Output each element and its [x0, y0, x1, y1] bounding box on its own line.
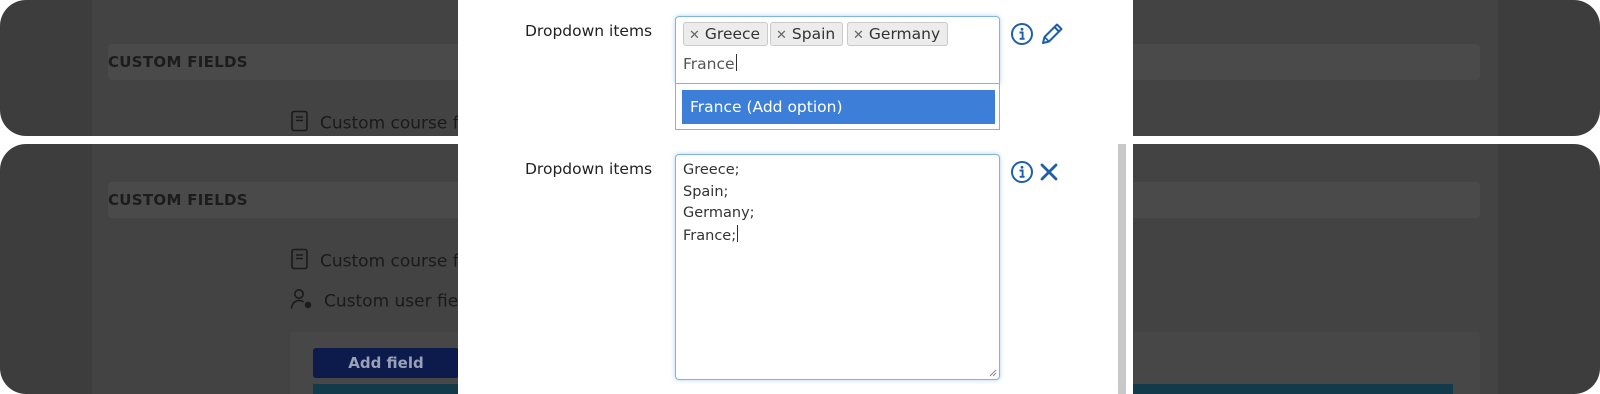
dropdown-items-textarea[interactable]: Greece; Spain; Germany; France; [675, 154, 1000, 380]
custom-user-fields-item: Custom user fields [290, 288, 483, 315]
close-icon[interactable] [1036, 159, 1062, 185]
book-icon [290, 248, 310, 275]
dropdown-items-tag-input[interactable]: ✕ Greece ✕ Spain ✕ Germany France [675, 16, 1000, 84]
add-option-france[interactable]: France (Add option) [682, 90, 995, 124]
remove-tag-icon[interactable]: ✕ [689, 28, 700, 43]
panel-tag-input: CUSTOM FIELDS Custom course fields Dropd… [0, 0, 1600, 136]
textarea-line: Spain; [683, 183, 729, 200]
panel-textarea-edit: CUSTOM FIELDS Custom course fields Custo… [0, 144, 1600, 394]
pencil-icon[interactable] [1039, 21, 1065, 47]
info-icon[interactable] [1009, 21, 1035, 47]
custom-fields-title: CUSTOM FIELDS [108, 53, 248, 71]
text-caret [735, 54, 737, 71]
textarea-line: Greece; [683, 162, 740, 178]
user-settings-icon [290, 288, 314, 315]
custom-fields-title: CUSTOM FIELDS [108, 191, 248, 209]
text-caret [737, 224, 739, 242]
dropdown-items-label: Dropdown items [525, 22, 653, 40]
book-icon [290, 110, 310, 136]
textarea-line: Germany; [683, 205, 755, 221]
modal-scrollbar[interactable] [1118, 144, 1126, 394]
info-icon[interactable] [1009, 159, 1035, 185]
dropdown-items-label: Dropdown items [525, 160, 653, 178]
textarea-line-active: France; [683, 224, 992, 248]
dropdown-options-list: France (Add option) [675, 84, 1000, 130]
tag-spain[interactable]: ✕ Spain [770, 22, 844, 46]
tag-germany[interactable]: ✕ Germany [847, 22, 949, 46]
add-field-button: Add field [313, 348, 459, 378]
tag-search-input[interactable]: France [683, 54, 737, 73]
remove-tag-icon[interactable]: ✕ [853, 28, 864, 43]
remove-tag-icon[interactable]: ✕ [776, 28, 787, 43]
tag-greece[interactable]: ✕ Greece [683, 22, 769, 46]
resize-grip-icon[interactable] [989, 369, 997, 377]
